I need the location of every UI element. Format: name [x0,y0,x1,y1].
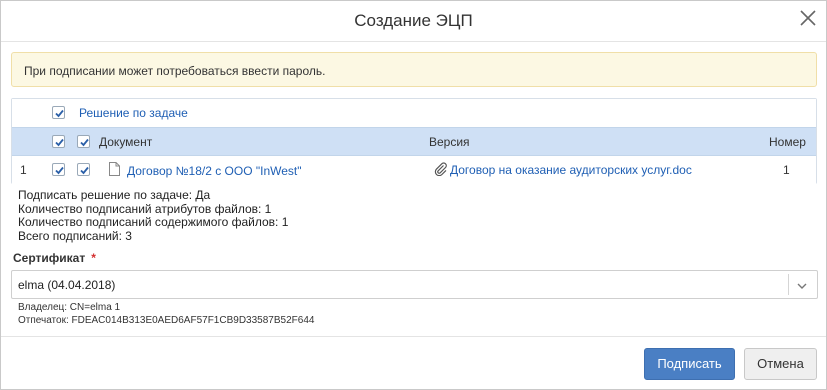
create-signature-dialog: Создание ЭЦП При подписании может потреб… [0,0,827,390]
table-header-row: Документ Версия Номер [12,127,816,156]
check-icon [55,166,64,175]
chevron-down-icon[interactable] [796,280,808,292]
row-number: 1 [783,163,790,177]
summary-total-signings: Всего подписаний: 3 [18,228,132,243]
dialog-title: Создание ЭЦП [354,11,473,30]
certificate-label-text: Сертификат [13,251,86,265]
select-divider [788,274,789,295]
task-decision-checkbox[interactable] [52,106,65,119]
row-sign-checkbox[interactable] [52,163,65,176]
close-icon[interactable] [798,8,818,28]
dialog-header: Создание ЭЦП [1,1,826,42]
password-warning: При подписании может потребоваться ввест… [11,52,817,87]
row-attributes-checkbox[interactable] [77,163,90,176]
certificate-select-value: elma (04.04.2018) [18,278,116,292]
signing-summary: Подписать решение по задаче: Да Количест… [18,188,289,243]
required-mark: * [91,251,96,265]
summary-attribute-signings: Количество подписаний атрибутов файлов: … [18,201,272,216]
certificate-select[interactable]: elma (04.04.2018) [11,270,818,299]
summary-sign-decision: Подписать решение по задаче: Да [18,188,211,202]
check-icon [80,166,89,175]
documents-table: Решение по задаче Документ Версия Номер … [11,98,817,184]
column-version[interactable]: Версия [429,135,470,149]
table-row: 1 Договор №18/2 с ООО "InWest" Договор н… [12,156,816,184]
dialog-footer: Подписать Отмена [1,336,826,390]
select-all-checkbox[interactable] [52,135,65,148]
sign-button[interactable]: Подписать [644,348,735,380]
certificate-thumbprint: Отпечаток: FDEAC014B313E0AED6AF57F1CB9D3… [18,315,315,326]
cancel-button[interactable]: Отмена [744,348,817,380]
select-all-attributes-checkbox[interactable] [77,135,90,148]
document-link[interactable]: Договор №18/2 с ООО "InWest" [127,164,302,178]
check-icon [55,109,64,118]
task-decision-link[interactable]: Решение по задаче [79,106,188,120]
paperclip-icon [434,162,448,177]
check-icon [55,138,64,147]
version-file-link[interactable]: Договор на оказание аудиторских услуг.do… [450,163,692,177]
row-index: 1 [20,163,27,177]
column-number[interactable]: Номер [769,135,806,149]
check-icon [80,138,89,147]
certificate-owner: Владелец: CN=elma 1 [18,302,121,313]
document-icon [109,162,120,176]
task-decision-row: Решение по задаче [12,99,816,127]
warning-text: При подписании может потребоваться ввест… [24,64,326,78]
certificate-label: Сертификат * [13,251,96,265]
summary-content-signings: Количество подписаний содержимого файлов… [18,215,289,229]
column-document[interactable]: Документ [99,135,152,149]
